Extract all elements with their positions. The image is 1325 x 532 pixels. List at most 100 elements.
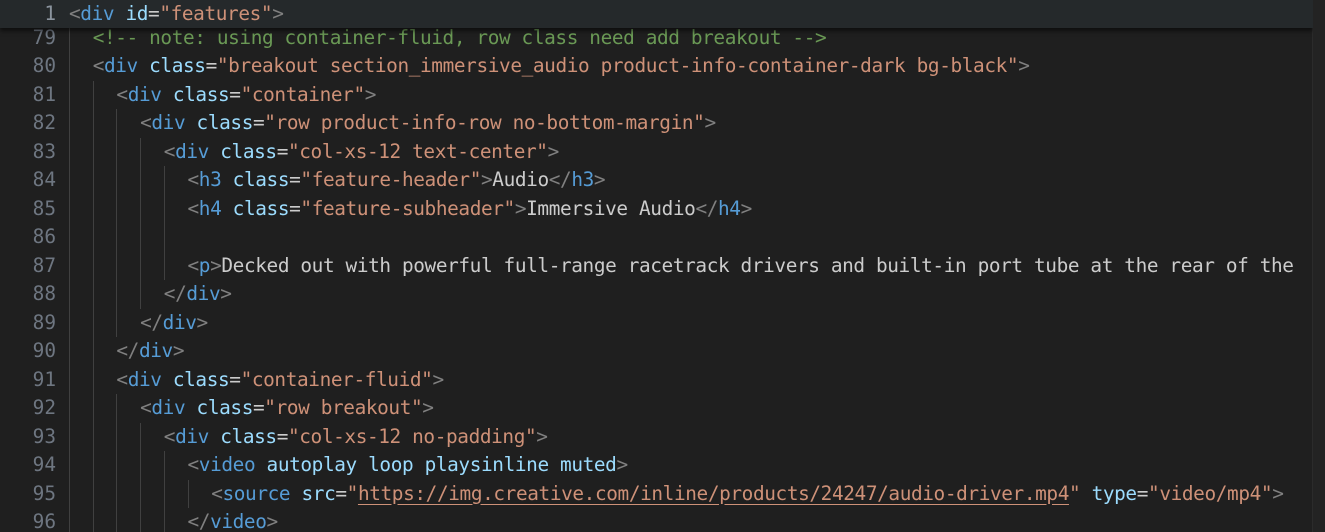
token-str: "row breakout" bbox=[264, 396, 423, 420]
code-row[interactable]: 85 <h4 class="feature-subheader">Immersiv… bbox=[0, 195, 1313, 223]
line-number: 86 bbox=[32, 225, 56, 249]
token-eq: = bbox=[229, 367, 241, 391]
token-attr: class bbox=[232, 196, 290, 220]
code-line[interactable]: <!-- note: using container-fluid, row cl… bbox=[93, 24, 827, 52]
token-eq: = bbox=[252, 396, 265, 420]
token-tag: source bbox=[222, 481, 291, 505]
code-line[interactable]: </div> bbox=[164, 280, 232, 308]
code-line[interactable]: </video> bbox=[188, 508, 279, 532]
code-row[interactable]: 81 <div class="container"> bbox=[0, 81, 1313, 109]
code-line[interactable]: <div class="row breakout"> bbox=[140, 394, 434, 422]
line-number: 93 bbox=[32, 424, 56, 448]
line-number: 83 bbox=[32, 139, 56, 163]
token-punct: < bbox=[116, 82, 128, 106]
code-line[interactable]: <div id="features"> bbox=[69, 0, 284, 28]
token-punct: > bbox=[514, 196, 527, 220]
token-punct: < bbox=[69, 2, 81, 25]
code-row[interactable]: 96 </video> bbox=[0, 508, 1313, 532]
token-str: "container-fluid" bbox=[240, 367, 433, 391]
code-line[interactable]: <video autoplay loop playsinline muted> bbox=[188, 451, 629, 479]
token-str: "container" bbox=[240, 82, 366, 106]
code-row[interactable]: 89 </div> bbox=[0, 309, 1313, 337]
token-eq: = bbox=[252, 111, 265, 135]
code-editor[interactable]: 1 <div id="features"> 79 <!-- note: using… bbox=[0, 0, 1313, 532]
code-row[interactable]: 91 <div class="container-fluid"> bbox=[0, 366, 1313, 394]
code-line[interactable]: <h4 class="feature-subheader">Immersive … bbox=[187, 195, 753, 223]
code-row[interactable]: 94 <video autoplay loop playsinline muted… bbox=[0, 451, 1313, 479]
token-attr: loop bbox=[368, 453, 414, 477]
code-line[interactable]: <p>Decked out with powerful full-range r… bbox=[188, 252, 1294, 280]
token-punct: > bbox=[220, 282, 232, 306]
token-link[interactable]: https://img.creative.com/inline/products… bbox=[358, 482, 1069, 505]
token-punct: < bbox=[187, 253, 200, 277]
code-row[interactable]: 90 </div> bbox=[0, 337, 1313, 365]
code-row[interactable]: 79 <!-- note: using container-fluid, row … bbox=[0, 24, 1313, 52]
code-line[interactable]: <div class="row product-info-row no-bott… bbox=[140, 109, 716, 137]
line-number: 87 bbox=[32, 253, 56, 277]
code-line[interactable]: <div class="breakout section_immersive_a… bbox=[93, 52, 1030, 80]
token-punct: > bbox=[1272, 481, 1284, 505]
token-punct: > bbox=[547, 139, 560, 163]
code-row[interactable]: 95 <source src="https://img.creative.com/… bbox=[0, 480, 1313, 508]
token-tag: div bbox=[162, 310, 197, 334]
code-line[interactable]: <div class="col-xs-12 no-padding"> bbox=[164, 423, 548, 451]
token-tag: h3 bbox=[198, 168, 222, 192]
code-row[interactable]: 80 <div class="breakout section_immersive… bbox=[0, 52, 1313, 80]
code-row[interactable]: 87 <p>Decked out with powerful full-range… bbox=[0, 252, 1313, 280]
token-eq: = bbox=[289, 168, 301, 192]
token-punct: < bbox=[140, 111, 152, 135]
code-line[interactable]: <h3 class="feature-header">Audio</h3> bbox=[188, 166, 606, 194]
token-tag: video bbox=[198, 453, 256, 477]
token-tag: div bbox=[175, 424, 209, 448]
code-line[interactable]: <div class="col-xs-12 text-center"> bbox=[164, 138, 559, 166]
token-attr: id bbox=[125, 2, 149, 25]
code-line[interactable]: <div class="container-fluid"> bbox=[116, 366, 444, 394]
code-line[interactable]: </div> bbox=[116, 337, 184, 365]
token-punct: > bbox=[704, 111, 716, 135]
token-punct: </ bbox=[140, 310, 163, 334]
code-row[interactable]: 88 </div> bbox=[0, 280, 1313, 308]
line-number: 84 bbox=[32, 168, 56, 192]
code-row[interactable]: 92 <div class="row breakout"> bbox=[0, 394, 1313, 422]
token-punct: < bbox=[211, 481, 223, 505]
token-punct: </ bbox=[548, 168, 572, 192]
sticky-scroll-header[interactable]: 1 <div id="features"> bbox=[0, 0, 1313, 28]
token-punct: < bbox=[116, 367, 128, 391]
token-tag: video bbox=[210, 509, 267, 532]
token-punct: </ bbox=[116, 339, 139, 363]
line-number: 82 bbox=[32, 111, 56, 135]
code-row[interactable]: 83 <div class="col-xs-12 text-center"> bbox=[0, 138, 1313, 166]
token-eq: = bbox=[205, 54, 218, 78]
token-str: "col-xs-12 text-center" bbox=[287, 139, 548, 163]
token-attr: class bbox=[196, 396, 254, 420]
line-number: 81 bbox=[32, 82, 56, 106]
line-number: 94 bbox=[32, 453, 56, 477]
token-attr: class bbox=[220, 424, 277, 448]
token-eq: = bbox=[229, 82, 241, 106]
code-line[interactable]: <source src="https://img.creative.com/in… bbox=[211, 480, 1284, 508]
token-text: Immersive Audio bbox=[526, 196, 696, 220]
code-row[interactable]: 93 <div class="col-xs-12 no-padding"> bbox=[0, 423, 1313, 451]
code-row[interactable]: 86 bbox=[0, 223, 1313, 251]
token-punct: < bbox=[187, 196, 200, 220]
token-punct: > bbox=[593, 168, 606, 192]
code-row[interactable]: 82 <div class="row product-info-row no-bo… bbox=[0, 109, 1313, 137]
token-tag: div bbox=[103, 54, 138, 78]
code-line[interactable]: </div> bbox=[140, 309, 208, 337]
vertical-scrollbar[interactable] bbox=[1312, 0, 1325, 532]
line-number: 80 bbox=[32, 54, 56, 78]
token-str: "features" bbox=[159, 2, 273, 25]
code-line[interactable]: <div class="container"> bbox=[116, 81, 376, 109]
token-punct: > bbox=[172, 339, 185, 363]
code-row[interactable]: 84 <h3 class="feature-header">Audio</h3> bbox=[0, 166, 1313, 194]
token-punct: </ bbox=[163, 282, 187, 306]
line-number: 95 bbox=[32, 481, 56, 505]
token-eq: = bbox=[276, 424, 289, 448]
